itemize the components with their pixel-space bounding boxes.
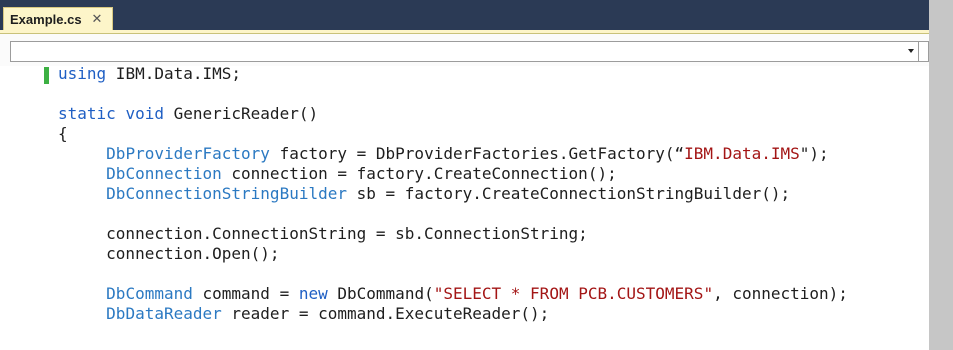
code-content: using IBM.Data.IMS; static void GenericR…	[58, 64, 929, 324]
code-line: DbConnection connection = factory.Create…	[58, 164, 929, 184]
code-token: connection.ConnectionString = sb.Connect…	[58, 224, 588, 243]
code-token: connection.Open();	[58, 244, 280, 263]
keyword-token: static	[58, 104, 116, 123]
type-token: DbConnection	[106, 164, 222, 183]
document-tab-bar: Example.cs ✕	[0, 0, 953, 30]
chevron-down-icon[interactable]	[908, 49, 914, 53]
keyword-token: using	[58, 64, 107, 83]
keyword-token: void	[125, 104, 164, 123]
code-token: IBM.Data.IMS;	[106, 64, 242, 83]
tab-example-cs[interactable]: Example.cs ✕	[3, 7, 113, 30]
code-line: static void GenericReader()	[58, 104, 929, 124]
code-token: , connection);	[713, 284, 848, 303]
type-token: DbCommand	[106, 284, 193, 303]
member-dropdown[interactable]	[10, 41, 919, 62]
keyword-token: new	[298, 284, 328, 303]
close-icon[interactable]: ✕	[92, 13, 103, 26]
tab-title: Example.cs	[10, 11, 82, 27]
code-token: ");	[799, 144, 829, 163]
code-token: DbCommand(	[327, 284, 434, 303]
code-token: sb = factory.CreateConnectionStringBuild…	[347, 184, 791, 203]
vertical-scrollbar[interactable]	[929, 0, 953, 350]
code-token: connection = factory.CreateConnection();	[221, 164, 617, 183]
dropdown-edge	[919, 41, 929, 62]
string-token: "SELECT * FROM PCB.CUSTOMERS"	[433, 284, 714, 303]
editor-gutter	[0, 66, 14, 350]
code-line: DbCommand command = new DbCommand("SELEC…	[58, 284, 929, 304]
type-token: DbProviderFactory	[106, 144, 270, 163]
code-editor[interactable]: using IBM.Data.IMS; static void GenericR…	[58, 64, 929, 350]
change-marker	[44, 67, 49, 84]
code-line: using IBM.Data.IMS;	[58, 64, 929, 84]
code-line: connection.ConnectionString = sb.Connect…	[58, 224, 929, 244]
code-line: DbConnectionStringBuilder sb = factory.C…	[58, 184, 929, 204]
code-line: DbDataReader reader = command.ExecuteRea…	[58, 304, 929, 324]
code-token: GenericReader()	[163, 104, 319, 123]
navigation-bar	[0, 34, 953, 66]
type-token: DbConnectionStringBuilder	[106, 184, 347, 203]
code-line: {	[58, 124, 929, 144]
type-token: DbDataReader	[106, 304, 222, 323]
code-token: {	[58, 124, 68, 143]
code-line: connection.Open();	[58, 244, 929, 264]
code-token: factory = DbProviderFactories.GetFactory…	[269, 144, 685, 163]
code-token: reader = command.ExecuteReader();	[221, 304, 550, 323]
code-line: DbProviderFactory factory = DbProviderFa…	[58, 144, 929, 164]
code-token: command =	[192, 284, 299, 303]
string-token: IBM.Data.IMS	[684, 144, 800, 163]
